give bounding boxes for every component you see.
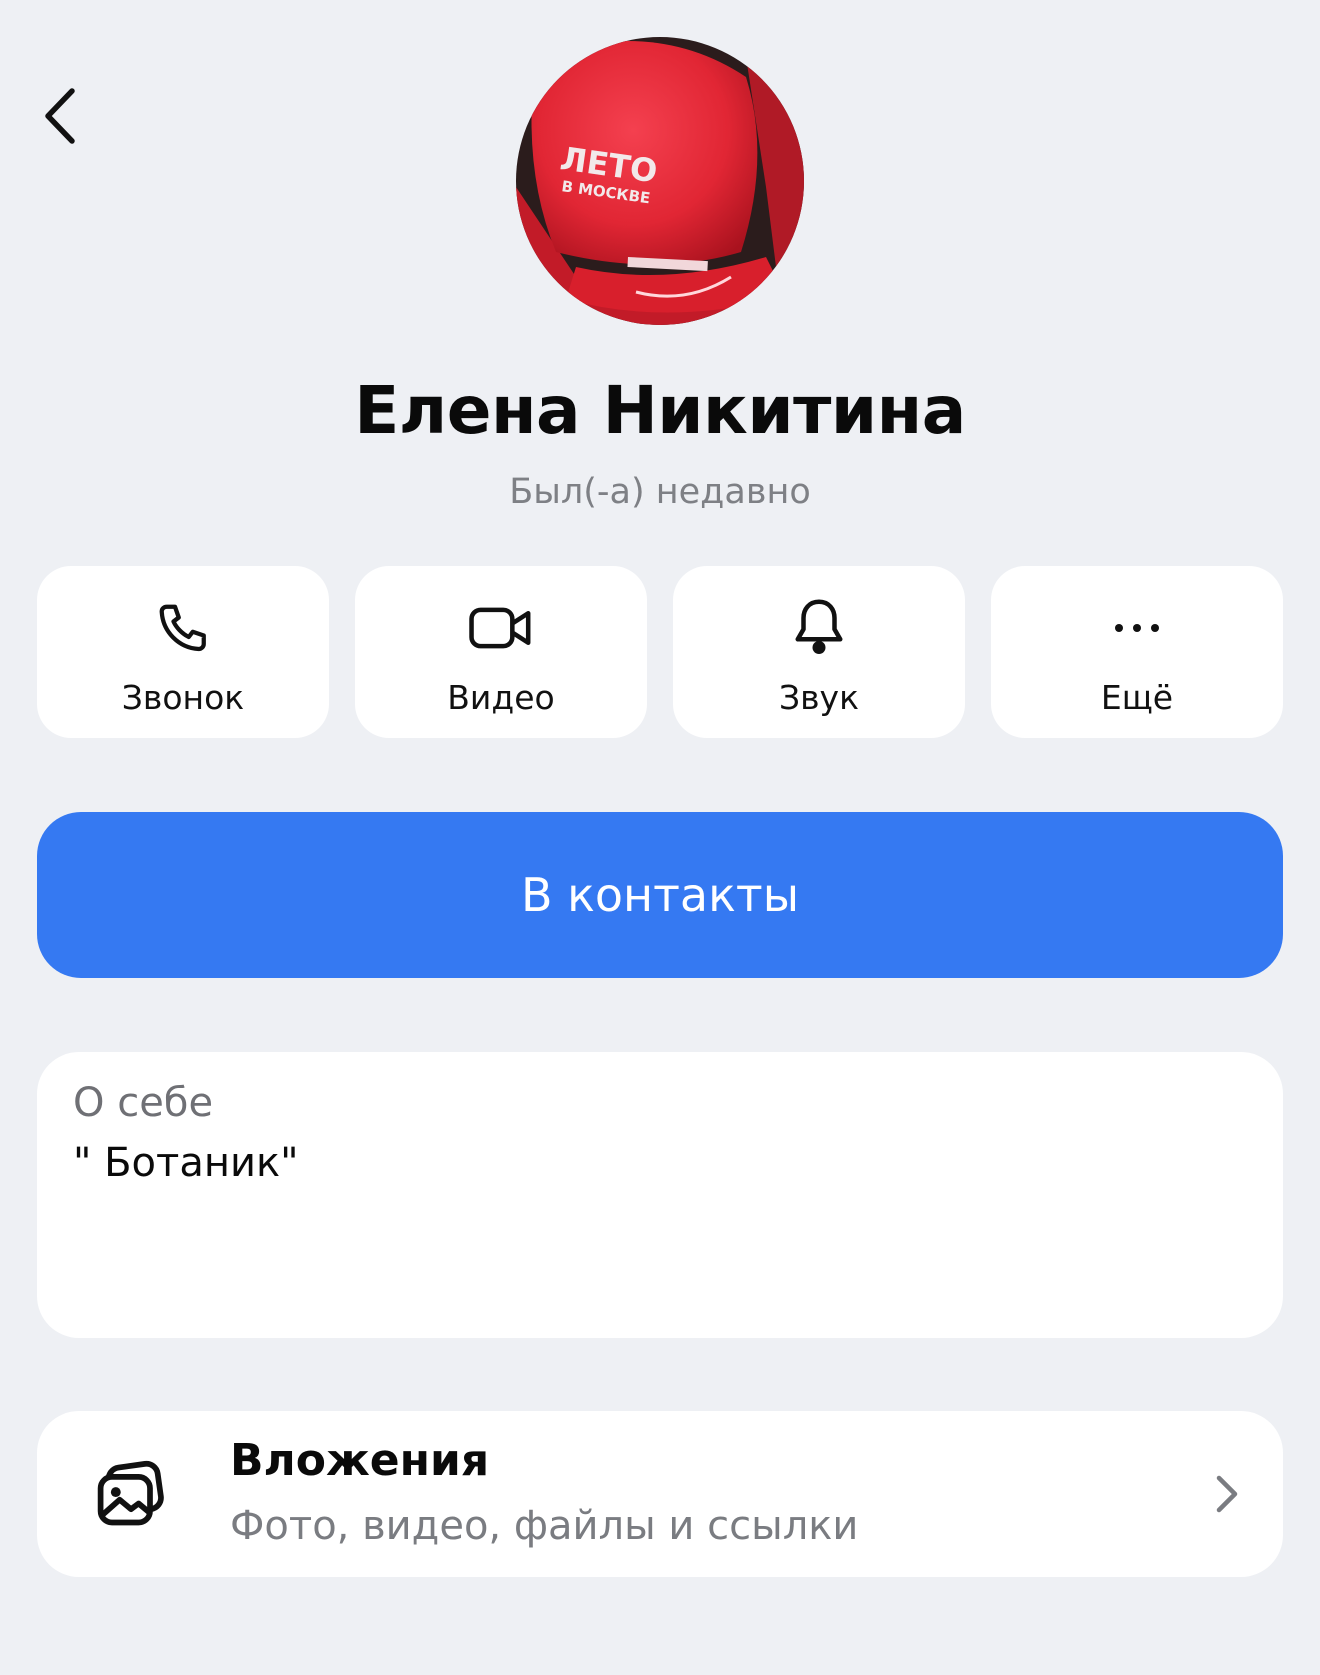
phone-icon: [159, 604, 206, 652]
attachments-subtitle: Фото, видео, файлы и ссылки: [230, 1503, 859, 1549]
video-icon: [469, 607, 531, 649]
about-card: О себе " Ботаник": [37, 1052, 1283, 1338]
bell-icon: [795, 599, 843, 654]
profile-name: Елена Никитина: [354, 372, 966, 449]
sound-label: Звук: [778, 678, 860, 717]
avatar-image: ЛЕТО В МОСКВЕ: [516, 37, 804, 325]
video-label: Видео: [447, 678, 555, 717]
profile-status: Был(-а) недавно: [509, 472, 811, 512]
chevron-left-icon: [45, 88, 75, 144]
attachments-row[interactable]: Вложения Фото, видео, файлы и ссылки: [37, 1411, 1283, 1577]
about-title: О себе: [73, 1080, 214, 1126]
video-button[interactable]: Видео: [355, 566, 647, 738]
gallery-icon: [97, 1460, 164, 1526]
more-label: Ещё: [1100, 678, 1174, 717]
call-label: Звонок: [121, 678, 245, 717]
attachments-title: Вложения: [230, 1435, 490, 1486]
add-to-contacts-button[interactable]: В контакты: [37, 812, 1283, 978]
chevron-right-icon: [1216, 1475, 1238, 1513]
about-text: " Ботаник": [73, 1140, 299, 1186]
more-button[interactable]: Ещё: [991, 566, 1283, 738]
back-button[interactable]: [36, 80, 84, 152]
sound-button[interactable]: Звук: [673, 566, 965, 738]
more-icon: [1115, 624, 1159, 632]
avatar[interactable]: ЛЕТО В МОСКВЕ: [516, 37, 804, 325]
call-button[interactable]: Звонок: [37, 566, 329, 738]
action-row: Звонок Видео Звук Ещё: [37, 566, 1283, 738]
